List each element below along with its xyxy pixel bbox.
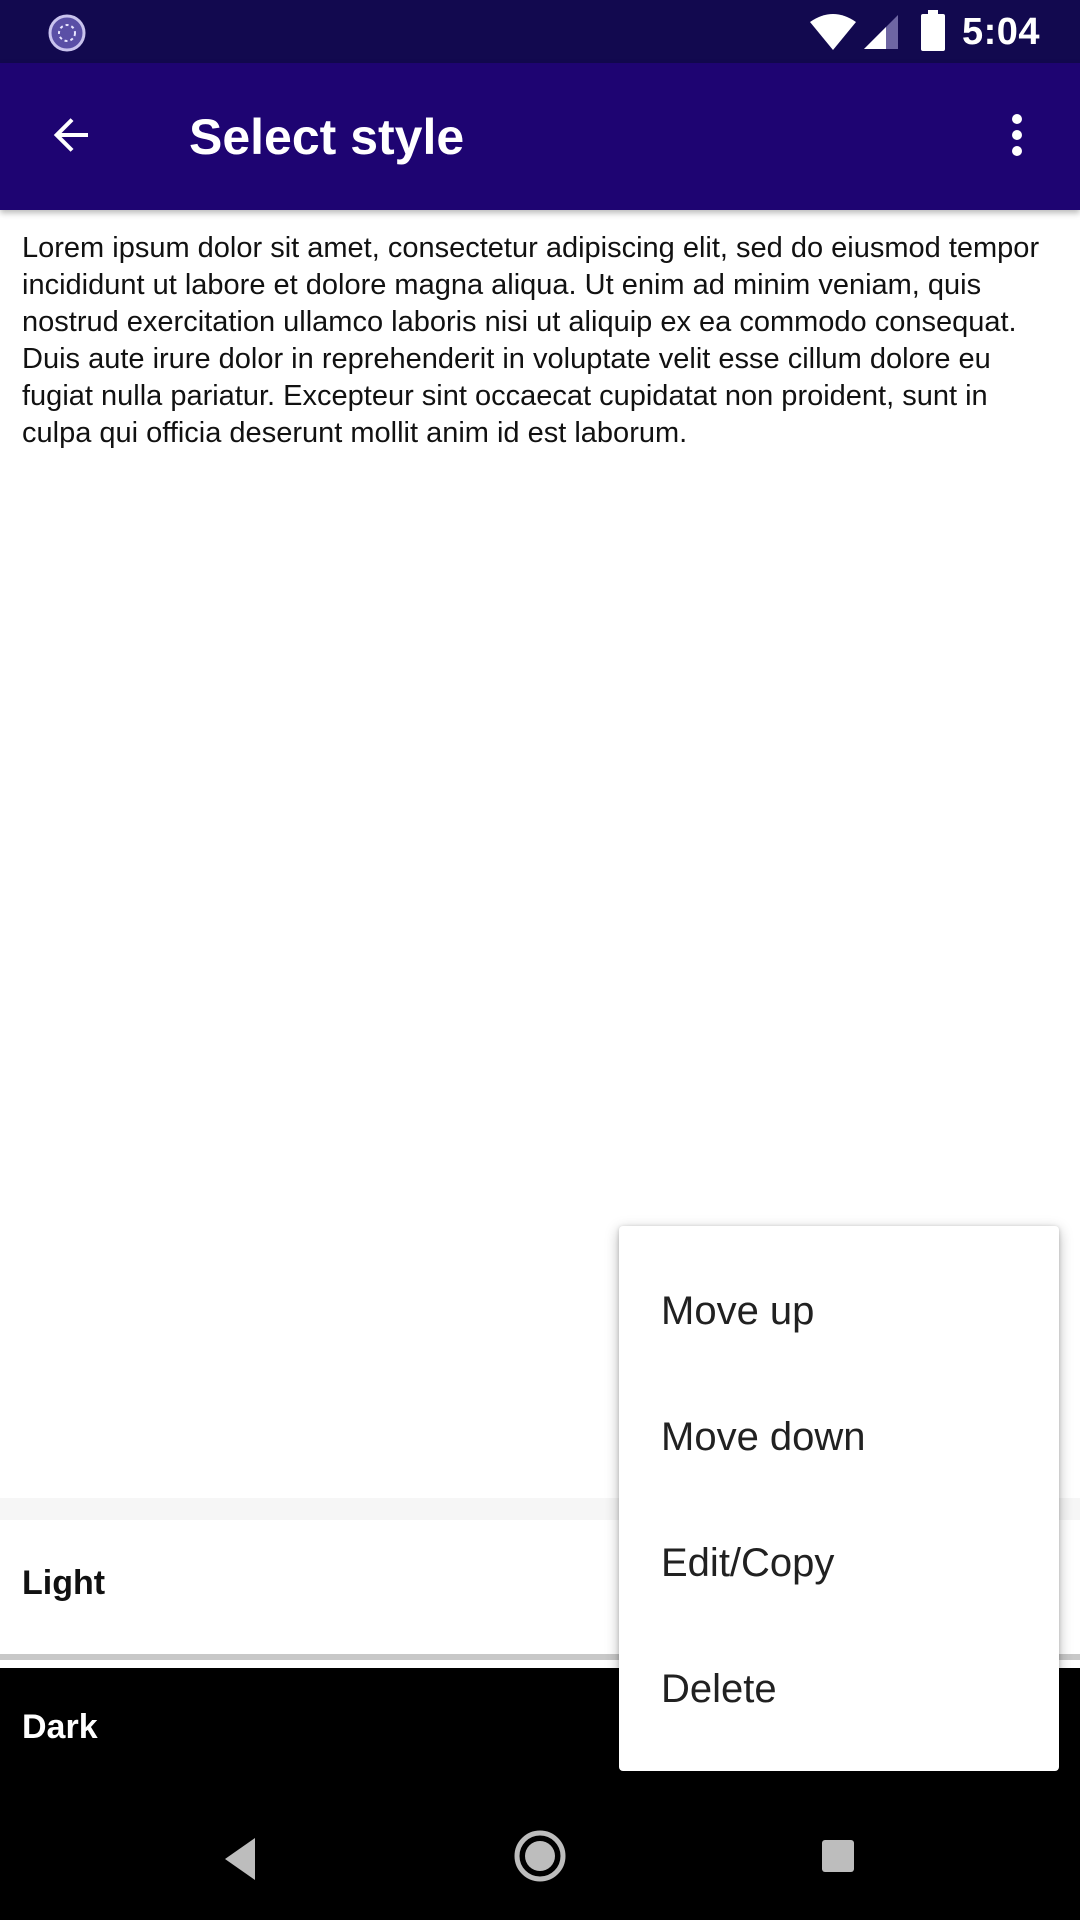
navigation-bar (0, 1796, 1080, 1920)
context-menu: Move up Move down Edit/Copy Delete (619, 1226, 1059, 1771)
app-bar: Select style (0, 63, 1080, 210)
style-item-label: Light (22, 1564, 106, 1602)
menu-item-move-up[interactable]: Move up (619, 1248, 1059, 1374)
status-time: 5:04 (962, 11, 1041, 53)
signal-icon (862, 13, 902, 51)
menu-item-move-down[interactable]: Move down (619, 1374, 1059, 1500)
battery-icon (920, 10, 946, 52)
back-arrow-icon (48, 111, 96, 164)
overflow-menu-button[interactable] (985, 100, 1049, 174)
nav-home-icon[interactable] (513, 1829, 567, 1883)
more-vert-icon (1009, 111, 1025, 164)
sync-icon (47, 13, 87, 53)
style-preview-text: Lorem ipsum dolor sit amet, consectetur … (22, 232, 1040, 449)
menu-item-delete[interactable]: Delete (619, 1626, 1059, 1752)
wifi-icon (808, 12, 858, 52)
nav-back-icon[interactable] (215, 1832, 267, 1886)
back-button[interactable] (35, 100, 109, 174)
status-bar: 5:04 (0, 0, 1080, 63)
style-item-label: Dark (22, 1708, 98, 1746)
page-title: Select style (189, 109, 465, 165)
menu-item-edit-copy[interactable]: Edit/Copy (619, 1500, 1059, 1626)
nav-recents-icon[interactable] (820, 1838, 856, 1874)
